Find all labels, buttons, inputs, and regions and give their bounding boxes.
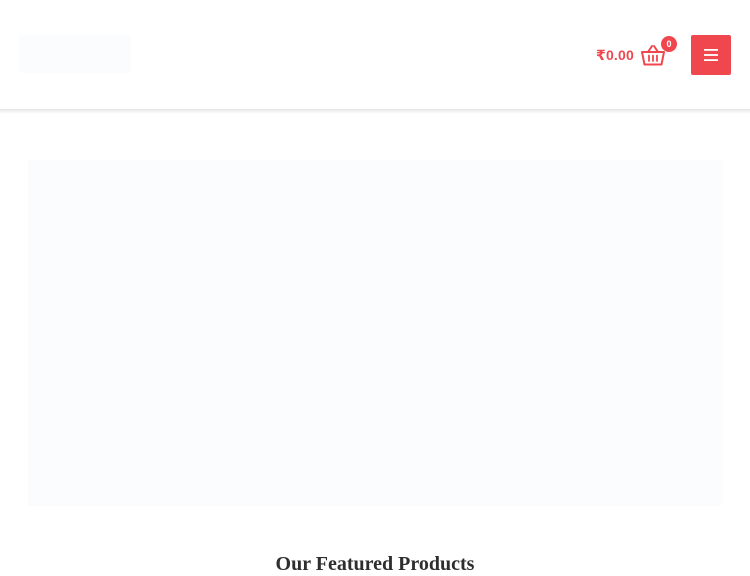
cart-total: ₹0.00 — [596, 46, 634, 63]
section-heading-featured-products: Our Featured Products — [275, 553, 475, 575]
hero-banner-placeholder — [28, 160, 722, 506]
header-shadow — [0, 110, 750, 114]
cart-link[interactable]: ₹0.00 — [596, 40, 665, 70]
hamburger-menu-icon — [704, 49, 718, 61]
cart-count-badge: 0 — [661, 36, 677, 52]
site-logo[interactable] — [19, 35, 131, 73]
site-header: ₹0.00 0 — [0, 0, 750, 110]
menu-toggle-button[interactable] — [691, 35, 731, 75]
